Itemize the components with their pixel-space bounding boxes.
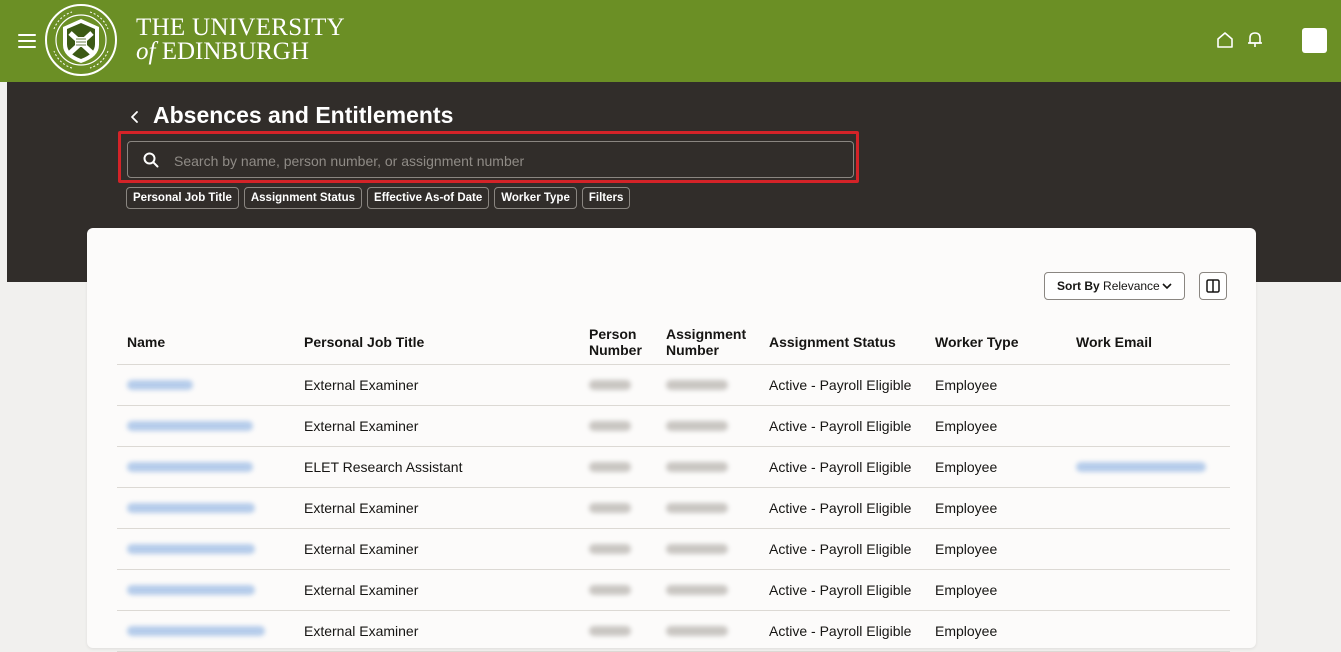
chip-personal-job-title[interactable]: Personal Job Title [126,187,239,209]
assignment-status-cell: Active - Payroll Eligible [759,405,925,447]
sort-value: Relevance [1103,279,1160,293]
person-number-cell [589,544,631,554]
university-name[interactable]: THE UNIVERSITY of EDINBURGH [136,14,346,65]
university-crest-logo[interactable] [44,3,118,77]
job-title-cell: External Examiner [294,364,579,406]
col-header-assignment-number[interactable]: Assignment Number [656,320,759,365]
assignment-number-cell [666,626,728,636]
col-header-worker-type[interactable]: Worker Type [925,320,1066,365]
work-email-cell [1066,610,1230,652]
assignment-status-cell: Active - Payroll Eligible [759,610,925,652]
chip-worker-type[interactable]: Worker Type [494,187,577,209]
worker-type-cell: Employee [925,405,1066,447]
job-title-cell: ELET Research Assistant [294,446,579,488]
top-bar: THE UNIVERSITY of EDINBURGH [0,0,1341,82]
home-icon[interactable] [1215,30,1235,50]
table-row[interactable]: ELET Research Assistant Active - Payroll… [117,446,1230,488]
chip-filters[interactable]: Filters [581,187,631,209]
job-title-cell: External Examiner [294,405,579,447]
assignment-number-cell [666,380,728,390]
person-name-link[interactable] [127,380,193,390]
assignment-number-cell [666,585,728,595]
person-number-cell [589,380,631,390]
columns-icon [1206,279,1220,293]
table-row[interactable]: External Examiner Active - Payroll Eligi… [117,610,1230,652]
chip-effective-as-of-date[interactable]: Effective As-of Date [367,187,490,209]
work-email-cell [1066,487,1230,529]
work-email-cell [1066,405,1230,447]
table-row[interactable]: External Examiner Active - Payroll Eligi… [117,405,1230,447]
person-name-link[interactable] [127,462,253,472]
worker-type-cell: Employee [925,364,1066,406]
sort-dropdown[interactable]: Sort By Relevance [1044,272,1185,300]
person-name-link[interactable] [127,626,265,636]
university-name-line2: EDINBURGH [161,38,309,65]
worker-type-cell: Employee [925,446,1066,488]
table-row[interactable]: External Examiner Active - Payroll Eligi… [117,364,1230,406]
col-header-work-email[interactable]: Work Email [1066,320,1230,365]
work-email-link[interactable] [1076,462,1206,472]
col-header-name[interactable]: Name [117,320,294,365]
person-number-cell [589,421,631,431]
work-email-cell [1066,528,1230,570]
table-header-row: Name Personal Job Title Person Number As… [117,320,1230,365]
chevron-down-icon [1162,283,1172,290]
search-box[interactable] [127,141,854,179]
work-email-cell [1066,364,1230,406]
person-name-link[interactable] [127,544,255,554]
worker-type-cell: Employee [925,569,1066,611]
notifications-bell-icon[interactable] [1245,29,1265,49]
filter-chips: Personal Job Title Assignment Status Effec… [126,187,635,211]
search-icon [143,152,159,168]
table-row[interactable]: External Examiner Active - Payroll Eligi… [117,487,1230,529]
assignment-number-cell [666,503,728,513]
person-number-cell [589,626,631,636]
university-name-of: of [136,38,156,65]
results-table: Name Personal Job Title Person Number As… [117,320,1230,652]
assignment-status-cell: Active - Payroll Eligible [759,528,925,570]
job-title-cell: External Examiner [294,487,579,529]
assignment-status-cell: Active - Payroll Eligible [759,364,925,406]
columns-toggle-button[interactable] [1199,272,1227,300]
job-title-cell: External Examiner [294,528,579,570]
worker-type-cell: Employee [925,528,1066,570]
assignment-status-cell: Active - Payroll Eligible [759,487,925,529]
assignment-status-cell: Active - Payroll Eligible [759,446,925,488]
assignment-number-cell [666,462,728,472]
col-header-job-title[interactable]: Personal Job Title [294,320,579,365]
person-number-cell [589,585,631,595]
assignment-status-cell: Active - Payroll Eligible [759,569,925,611]
job-title-cell: External Examiner [294,610,579,652]
assignment-number-cell [666,421,728,431]
worker-type-cell: Employee [925,487,1066,529]
chip-assignment-status[interactable]: Assignment Status [243,187,363,209]
university-name-line1: THE UNIVERSITY [136,14,346,41]
search-input[interactable] [172,142,846,179]
back-chevron-icon[interactable] [126,106,146,128]
person-number-cell [589,503,631,513]
col-header-person-number[interactable]: Person Number [579,320,656,365]
table-row[interactable]: External Examiner Active - Payroll Eligi… [117,569,1230,611]
person-name-link[interactable] [127,421,253,431]
hamburger-menu-icon[interactable] [18,34,36,48]
table-row[interactable]: External Examiner Active - Payroll Eligi… [117,528,1230,570]
results-card: Sort By Relevance Name Personal Job Titl… [87,228,1256,652]
sort-prefix: Sort By [1057,279,1100,293]
work-email-cell [1066,569,1230,611]
user-avatar[interactable] [1302,28,1327,53]
page-title: Absences and Entitlements [153,102,454,128]
person-name-link[interactable] [127,503,255,513]
person-number-cell [589,462,631,472]
person-name-link[interactable] [127,585,255,595]
worker-type-cell: Employee [925,610,1066,652]
col-header-assignment-status[interactable]: Assignment Status [759,320,925,365]
assignment-number-cell [666,544,728,554]
job-title-cell: External Examiner [294,569,579,611]
